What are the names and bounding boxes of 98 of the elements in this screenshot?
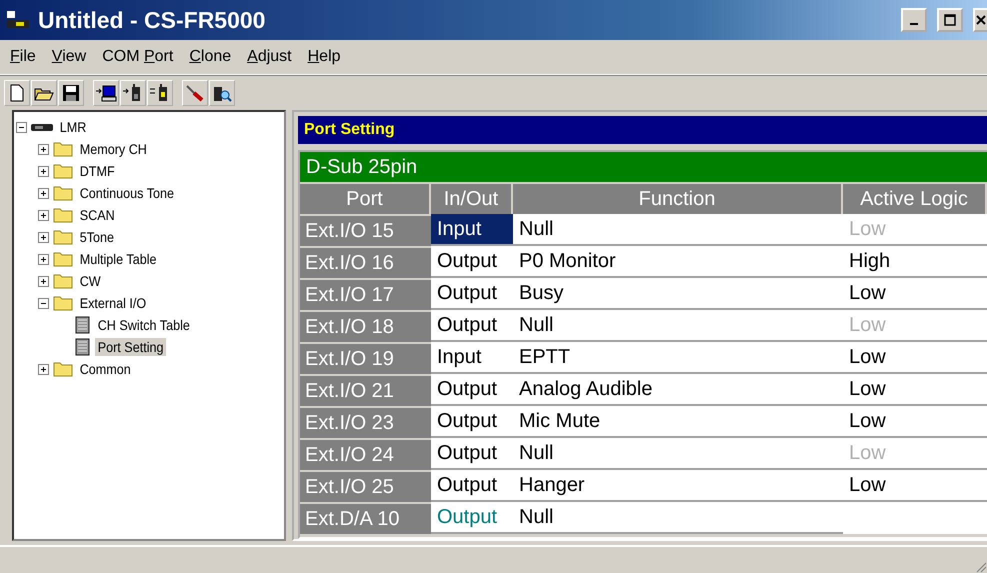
expand-icon[interactable]	[38, 166, 49, 176]
window-title: Untitled - CS-FR5000	[38, 6, 266, 34]
port-cell: Ext.I/O 25	[300, 470, 431, 502]
document-icon	[75, 316, 91, 334]
function-cell[interactable]: P0 Monitor	[513, 246, 843, 278]
tree-item[interactable]: DTMF	[77, 162, 118, 180]
new-file-icon[interactable]	[4, 80, 30, 106]
folder-icon	[53, 251, 73, 267]
port-cell: Ext.I/O 19	[300, 342, 431, 374]
logic-cell[interactable]: Low	[843, 406, 987, 438]
menu-item[interactable]: COM Port	[94, 46, 182, 68]
folder-icon	[53, 163, 73, 179]
expand-icon[interactable]	[38, 144, 49, 154]
in-out-cell[interactable]: Input	[431, 214, 513, 246]
folder-icon	[53, 295, 73, 311]
computer-icon[interactable]	[93, 80, 119, 106]
panel-title: Port Setting	[298, 116, 987, 144]
in-out-cell[interactable]: Output	[431, 278, 513, 310]
in-out-cell[interactable]: Output	[431, 502, 513, 534]
handheld-radio-icon[interactable]	[120, 80, 146, 106]
port-cell: Ext.I/O 24	[300, 438, 431, 470]
port-cell: Ext.I/O 16	[300, 246, 431, 278]
handheld-radio-icon[interactable]	[147, 80, 173, 106]
column-header: In/Out	[431, 182, 513, 214]
in-out-cell[interactable]: Output	[431, 438, 513, 470]
logic-cell[interactable]: Low	[843, 278, 987, 310]
port-cell: Ext.I/O 18	[300, 310, 431, 342]
minimize-button[interactable]	[901, 8, 927, 32]
tree-item[interactable]: LMR	[57, 118, 89, 136]
column-header: Function	[513, 182, 843, 214]
folder-icon	[53, 229, 73, 245]
function-cell[interactable]: Null	[513, 502, 843, 534]
tree-item[interactable]: Common	[77, 360, 134, 378]
in-out-cell[interactable]: Input	[431, 342, 513, 374]
folder-icon	[53, 141, 73, 157]
function-cell[interactable]: Mic Mute	[513, 406, 843, 438]
menu-item[interactable]: Clone	[181, 46, 240, 68]
tree-item[interactable]: CW	[77, 272, 104, 290]
function-cell[interactable]: Hanger	[513, 470, 843, 502]
column-header: Active Logic	[843, 182, 987, 214]
in-out-cell[interactable]: Output	[431, 310, 513, 342]
minimize-icon	[910, 23, 918, 25]
function-cell[interactable]: Analog Audible	[513, 374, 843, 406]
in-out-cell[interactable]: Output	[431, 406, 513, 438]
radio-magnifier-icon[interactable]	[209, 80, 235, 106]
tree-item[interactable]: Multiple Table	[77, 250, 160, 268]
close-button[interactable]	[973, 8, 987, 32]
tree-item[interactable]: Continuous Tone	[77, 184, 177, 202]
expand-icon[interactable]	[38, 188, 49, 198]
device-icon	[31, 122, 53, 132]
port-cell: Ext.D/A 10	[300, 502, 431, 534]
expand-icon[interactable]	[38, 232, 49, 242]
port-cell: Ext.I/O 15	[300, 214, 431, 246]
menu-item[interactable]: File	[2, 46, 44, 68]
tree-item[interactable]: CH Switch Table	[95, 316, 193, 334]
logic-cell[interactable]: Low	[843, 470, 987, 502]
port-cell: Ext.I/O 21	[300, 374, 431, 406]
column-header: Port	[300, 182, 431, 214]
folder-icon	[53, 273, 73, 289]
function-cell[interactable]: Null	[513, 310, 843, 342]
tree-item[interactable]: SCAN	[77, 206, 118, 224]
folder-icon[interactable]	[31, 80, 57, 106]
port-cell: Ext.I/O 23	[300, 406, 431, 438]
expand-icon[interactable]	[38, 254, 49, 264]
function-cell[interactable]: EPTT	[513, 342, 843, 374]
folder-icon	[53, 361, 73, 377]
in-out-cell[interactable]: Output	[431, 246, 513, 278]
tree-item[interactable]: Port Setting	[95, 338, 166, 356]
logic-cell[interactable]: Low	[843, 374, 987, 406]
folder-icon	[53, 207, 73, 223]
logic-cell[interactable]: Low	[843, 342, 987, 374]
menu-item[interactable]: Adjust	[239, 46, 300, 68]
collapse-icon[interactable]	[38, 298, 49, 308]
app-icon	[6, 10, 30, 30]
function-cell[interactable]: Null	[513, 214, 843, 246]
maximize-button[interactable]	[937, 8, 963, 32]
maximize-icon	[944, 14, 956, 26]
group-header: D-Sub 25pin	[300, 152, 987, 182]
collapse-icon[interactable]	[16, 122, 27, 132]
close-icon	[976, 14, 986, 26]
document-icon	[75, 338, 91, 356]
tree-item[interactable]: 5Tone	[77, 228, 117, 246]
menu-item[interactable]: Help	[300, 46, 349, 68]
in-out-cell[interactable]: Output	[431, 374, 513, 406]
folder-icon	[53, 185, 73, 201]
resize-grip-icon	[975, 561, 987, 573]
expand-icon[interactable]	[38, 364, 49, 374]
function-cell[interactable]: Null	[513, 438, 843, 470]
function-cell[interactable]: Busy	[513, 278, 843, 310]
menu-item[interactable]: View	[44, 46, 94, 68]
logic-cell[interactable]: High	[843, 246, 987, 278]
in-out-cell[interactable]: Output	[431, 470, 513, 502]
expand-icon[interactable]	[38, 276, 49, 286]
port-cell: Ext.I/O 17	[300, 278, 431, 310]
tree-item[interactable]: External I/O	[77, 294, 149, 312]
screwdriver-icon[interactable]	[182, 80, 208, 106]
tree-item[interactable]: Memory CH	[77, 140, 150, 158]
expand-icon[interactable]	[38, 210, 49, 220]
